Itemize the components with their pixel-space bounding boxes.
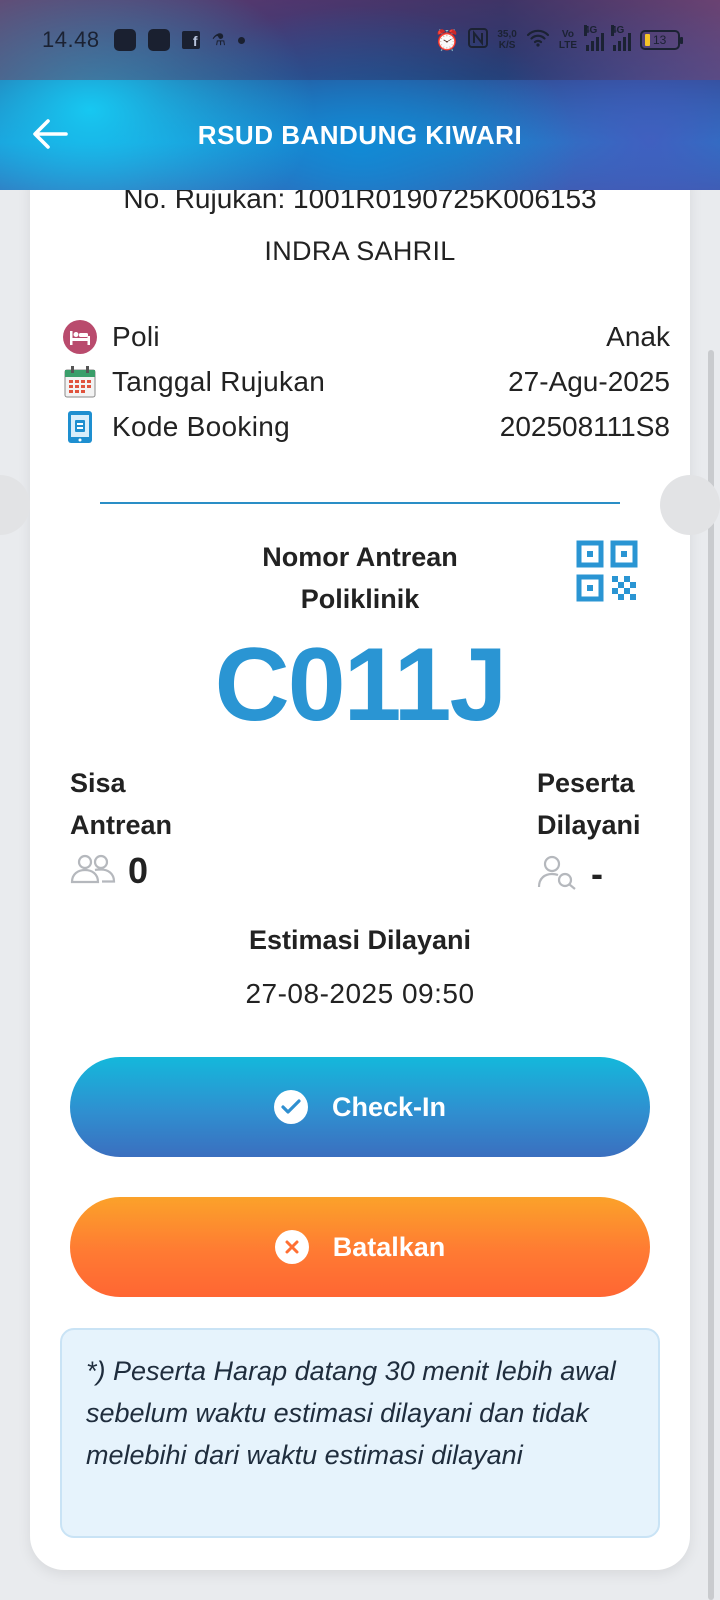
user-search-icon [537, 854, 579, 895]
info-row-tanggal: Tanggal Rujukan 27-Agu-2025 [62, 362, 670, 402]
info-value: 27-Agu-2025 [508, 366, 670, 397]
booking-phone-icon [62, 409, 98, 445]
peserta-label-line2: Dilayani [537, 810, 641, 840]
scrollbar[interactable] [708, 350, 714, 1600]
calendar-icon [62, 364, 98, 400]
volte-bottom: LTE [558, 40, 577, 51]
nfc-icon [468, 27, 489, 53]
sisa-antrean-stat: 0 [70, 850, 148, 892]
net-speed: 35,0 K/S [497, 29, 516, 51]
arrival-note-text: *) Peserta Harap datang 30 menit lebih a… [86, 1356, 616, 1470]
peserta-label-line1: Peserta [537, 768, 635, 798]
sisa-antrean-label: Sisa Antrean [70, 762, 172, 846]
ticket-divider [100, 502, 620, 504]
sisa-label-line2: Antrean [70, 810, 173, 840]
battery-level [645, 34, 650, 46]
alarm-icon: ⏰ [434, 29, 460, 52]
estimasi-label: Estimasi Dilayani [248, 925, 472, 955]
arrival-note: *) Peserta Harap datang 30 menit lebih a… [60, 1328, 660, 1538]
sim1-network: 4G [584, 25, 598, 36]
signal-sim1-icon: 4G [584, 25, 604, 51]
back-button[interactable] [30, 114, 70, 154]
x-circle-icon [274, 1230, 309, 1264]
qr-code-icon[interactable] [576, 540, 642, 606]
facebook-icon: f [181, 31, 200, 49]
wifi-icon [526, 29, 550, 52]
cancel-label: Batalkan [332, 1231, 446, 1262]
volte-indicator: Vo LTE [559, 29, 577, 51]
info-label: Tanggal Rujukan [112, 366, 326, 397]
estimasi-value: 27-08-2025 09:50 [245, 978, 475, 1009]
info-row-kode-booking: Kode Booking 202508111S8 [62, 407, 670, 447]
notification-icons: f ⚗ [113, 29, 245, 51]
check-in-button[interactable]: Check-In [70, 1057, 650, 1157]
cancel-button[interactable]: Batalkan [70, 1197, 650, 1297]
app-notification-icon [113, 29, 136, 51]
battery-icon: 13 [640, 30, 683, 50]
peserta-dilayani-stat: - [537, 853, 603, 895]
status-time: 14.48 [42, 27, 100, 52]
ticket-notch-left [0, 475, 30, 535]
net-speed-unit: K/S [498, 40, 516, 51]
peserta-dilayani-label: Peserta Dilayani [537, 762, 641, 846]
signal-sim2-icon: 4G [611, 25, 631, 51]
app-notification-icon [147, 29, 170, 51]
ticket-notch-right [660, 475, 720, 535]
peserta-dilayani-value: - [591, 853, 603, 894]
battery-percent: 13 [653, 33, 667, 47]
page-title: RSUD BANDUNG KIWARI [197, 119, 523, 150]
sisa-antrean-value: 0 [128, 850, 149, 891]
queue-number: C011J [214, 627, 508, 743]
sim2-network: 4G [611, 25, 625, 36]
volte-top: Vo [561, 29, 574, 40]
sisa-label-line1: Sisa [70, 768, 126, 798]
info-label: Kode Booking [112, 411, 290, 442]
app-header: RSUD BANDUNG KIWARI [0, 80, 720, 190]
hospital-bed-icon [62, 319, 98, 355]
net-speed-value: 35,0 [497, 29, 517, 40]
status-bar: 14.48 f ⚗ ⏰ 35,0 K/S Vo LTE 4G 4G 13 [0, 0, 720, 80]
people-icon [70, 854, 116, 889]
status-right: ⏰ 35,0 K/S Vo LTE 4G 4G 13 [434, 25, 683, 53]
info-value: Anak [606, 321, 670, 352]
check-circle-icon [273, 1090, 308, 1124]
info-label: Poli [112, 321, 160, 352]
top-bar: 14.48 f ⚗ ⏰ 35,0 K/S Vo LTE 4G 4G 13 RSU… [0, 0, 720, 190]
check-in-label: Check-In [331, 1091, 447, 1122]
more-notifications-icon [237, 36, 245, 44]
patient-name: INDRA SAHRIL [264, 236, 456, 266]
info-row-poli: Poli Anak [62, 317, 670, 357]
info-value: 202508111S8 [499, 411, 670, 442]
flask-icon: ⚗ [211, 32, 226, 49]
arrow-left-icon [33, 119, 68, 149]
